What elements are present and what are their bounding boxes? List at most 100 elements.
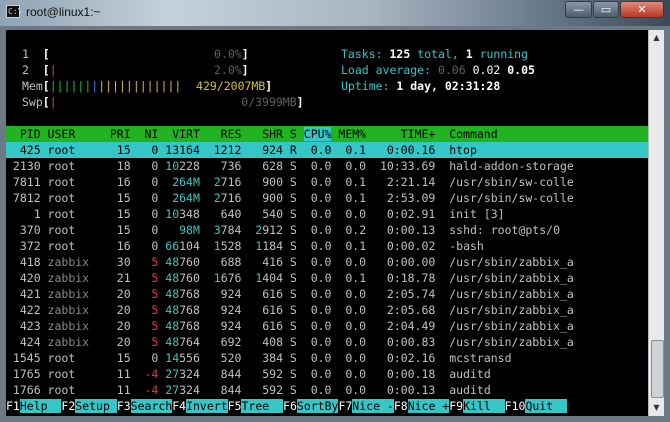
cpu-cell: 0.0 xyxy=(303,191,332,205)
function-key-bar[interactable]: F1Help F2Setup F3SearchF4InvertF5Tree F6… xyxy=(6,398,648,414)
fkey-f4[interactable]: F4 xyxy=(172,399,186,413)
fkey-f10[interactable]: F10 xyxy=(505,399,526,413)
fkey-label[interactable]: Search xyxy=(130,399,173,413)
user-cell: root xyxy=(47,383,110,397)
scroll-down-arrow-icon[interactable]: ▼ xyxy=(649,400,664,416)
command-cell: hald-addon-storage xyxy=(449,159,574,173)
time-cell: 0:00.83 xyxy=(366,335,450,349)
mem-label: Mem xyxy=(22,79,43,93)
process-row[interactable]: 420 zabbix 21 5 48760 1676 1404 S 0.0 0.… xyxy=(6,270,648,286)
fkey-label[interactable]: Kill xyxy=(463,399,505,413)
process-row[interactable]: 1 root 15 0 10348 640 540 S 0.0 0.0 0:02… xyxy=(6,206,648,222)
virt-cell: 348 xyxy=(179,207,200,221)
uptime-label: Uptime: xyxy=(341,79,390,93)
time-cell: 2:05.74 xyxy=(366,287,450,301)
fkey-f6[interactable]: F6 xyxy=(283,399,297,413)
terminal-screen[interactable]: 1 [0.0%] 2 [| 2.0%] Mem[|||||||||||||||||… xyxy=(6,30,648,416)
tasks-label: Tasks: xyxy=(341,47,383,61)
virt-cell: 760 xyxy=(179,271,200,285)
process-row[interactable]: 423 zabbix 20 5 48768 924 616 S 0.0 0.0 … xyxy=(6,318,648,334)
fkey-f2[interactable]: F2 xyxy=(61,399,75,413)
maximize-button[interactable]: ▭ xyxy=(593,1,619,18)
mem-cell: 0.0 xyxy=(331,367,367,381)
fkey-label[interactable]: Quit xyxy=(525,399,567,413)
virt-cell-thousands: 48 xyxy=(158,303,180,317)
process-row[interactable]: 422 zabbix 20 5 48768 924 616 S 0.0 0.0 … xyxy=(6,302,648,318)
cpu-cell: 0.0 xyxy=(303,223,332,237)
minimize-button[interactable]: — xyxy=(565,1,592,18)
fkey-label[interactable]: Nice - xyxy=(352,399,394,413)
pri-cell: 15 xyxy=(109,143,131,157)
fkey-f1[interactable]: F1 xyxy=(6,399,20,413)
pri-cell: 20 xyxy=(109,287,131,301)
load-5min: 0.02 xyxy=(472,63,501,77)
virt-cell-thousands: 27 xyxy=(158,367,180,381)
column-header-command: Command xyxy=(449,127,498,141)
res-cell: 924 xyxy=(199,287,242,301)
shr-cell: 616 xyxy=(241,319,283,333)
shr-cell: 540 xyxy=(241,207,283,221)
res-cell: 924 xyxy=(199,303,242,317)
fkey-label[interactable]: Tree xyxy=(241,399,284,413)
process-row[interactable]: 7812 root 15 0 264M 2716 900 S 0.0 0.1 2… xyxy=(6,190,648,206)
cpu-cell: 0.0 xyxy=(303,255,332,269)
scrollbar-thumb[interactable] xyxy=(651,340,664,398)
process-row[interactable]: 1545 root 15 0 14556 520 384 S 0.0 0.0 0… xyxy=(6,350,648,366)
virt-cell-thousands: 14 xyxy=(158,351,180,365)
user-cell: root xyxy=(47,351,110,365)
process-row[interactable]: 1766 root 11 -4 27324 844 592 S 0.0 0.0 … xyxy=(6,382,648,398)
window-title: root@linux1:~ xyxy=(26,5,101,19)
virt-cell-thousands: 27 xyxy=(158,383,180,397)
cpu-cell: 0.0 xyxy=(303,351,332,365)
command-cell: /usr/sbin/sw-colle xyxy=(449,175,574,189)
user-cell: root xyxy=(47,159,110,173)
process-row[interactable]: 424 zabbix 20 5 48764 692 408 S 0.0 0.0 … xyxy=(6,334,648,350)
fkey-f9[interactable]: F9 xyxy=(449,399,463,413)
close-button[interactable]: ✕ xyxy=(620,1,664,18)
fkey-label[interactable]: Nice + xyxy=(407,399,450,413)
column-header-time: TIME+ xyxy=(366,127,450,141)
pri-cell: 21 xyxy=(109,271,131,285)
res-cell: 692 xyxy=(199,335,242,349)
cpu1-meter: 1 [0.0%] xyxy=(22,46,249,62)
fkey-label[interactable]: Setup xyxy=(75,399,117,413)
pri-cell: 15 xyxy=(109,191,131,205)
process-row[interactable]: 7811 root 16 0 264M 2716 900 S 0.0 0.1 2… xyxy=(6,174,648,190)
mem-bar-cache: |||||||||||| xyxy=(98,79,182,93)
fkey-f5[interactable]: F5 xyxy=(228,399,242,413)
process-row[interactable]: 1765 root 11 -4 27324 844 592 S 0.0 0.0 … xyxy=(6,366,648,382)
fkey-f8[interactable]: F8 xyxy=(394,399,408,413)
fkey-label[interactable]: Invert xyxy=(186,399,228,413)
scroll-up-arrow-icon[interactable]: ▲ xyxy=(649,30,664,46)
title-bar[interactable]: C:\ root@linux1:~ — ▭ ✕ xyxy=(0,0,670,26)
ni-cell: 5 xyxy=(130,303,159,317)
fkey-f3[interactable]: F3 xyxy=(117,399,131,413)
fkey-label[interactable]: SortBy xyxy=(296,399,339,413)
res-cell: 716 xyxy=(220,191,242,205)
process-row[interactable]: 372 root 16 0 66104 1528 1184 S 0.0 0.1 … xyxy=(6,238,648,254)
process-row[interactable]: 2130 root 18 0 10228 736 628 S 0.0 0.0 1… xyxy=(6,158,648,174)
mem-cell: 0.1 xyxy=(331,271,367,285)
command-cell: /usr/sbin/zabbix_a xyxy=(449,287,574,301)
meter-bracket: ] xyxy=(241,47,249,61)
load-label: Load average: xyxy=(341,63,432,77)
mem-cell: 0.0 xyxy=(331,383,367,397)
process-row[interactable]: 370 root 15 0 98M 3784 2912 S 0.0 0.2 0:… xyxy=(6,222,648,238)
virt-cell: 768 xyxy=(179,303,200,317)
virt-cell-thousands: 48 xyxy=(158,271,180,285)
user-cell: root xyxy=(47,239,110,253)
vertical-scrollbar[interactable]: ▲ ▼ xyxy=(648,30,664,416)
process-row[interactable]: 418 zabbix 30 5 48760 688 416 S 0.0 0.0 … xyxy=(6,254,648,270)
fkey-label[interactable]: Help xyxy=(19,399,62,413)
meter-bracket: [ xyxy=(42,47,50,61)
time-cell: 2:21.14 xyxy=(366,175,450,189)
res-cell: 736 xyxy=(199,159,242,173)
user-cell: root xyxy=(47,175,110,189)
process-row[interactable]: 421 zabbix 20 5 48768 924 616 S 0.0 0.0 … xyxy=(6,286,648,302)
column-header-row[interactable]: PID USER PRI NI VIRT RES SHR S CPU% MEM%… xyxy=(6,126,648,142)
user-cell: root xyxy=(47,223,110,237)
process-row-selected[interactable]: 425 root 15 0 13164 1212 924 R 0.0 0.1 0… xyxy=(6,142,648,158)
pid-cell: 424 xyxy=(6,335,48,349)
pri-cell: 16 xyxy=(109,175,131,189)
fkey-f7[interactable]: F7 xyxy=(338,399,352,413)
